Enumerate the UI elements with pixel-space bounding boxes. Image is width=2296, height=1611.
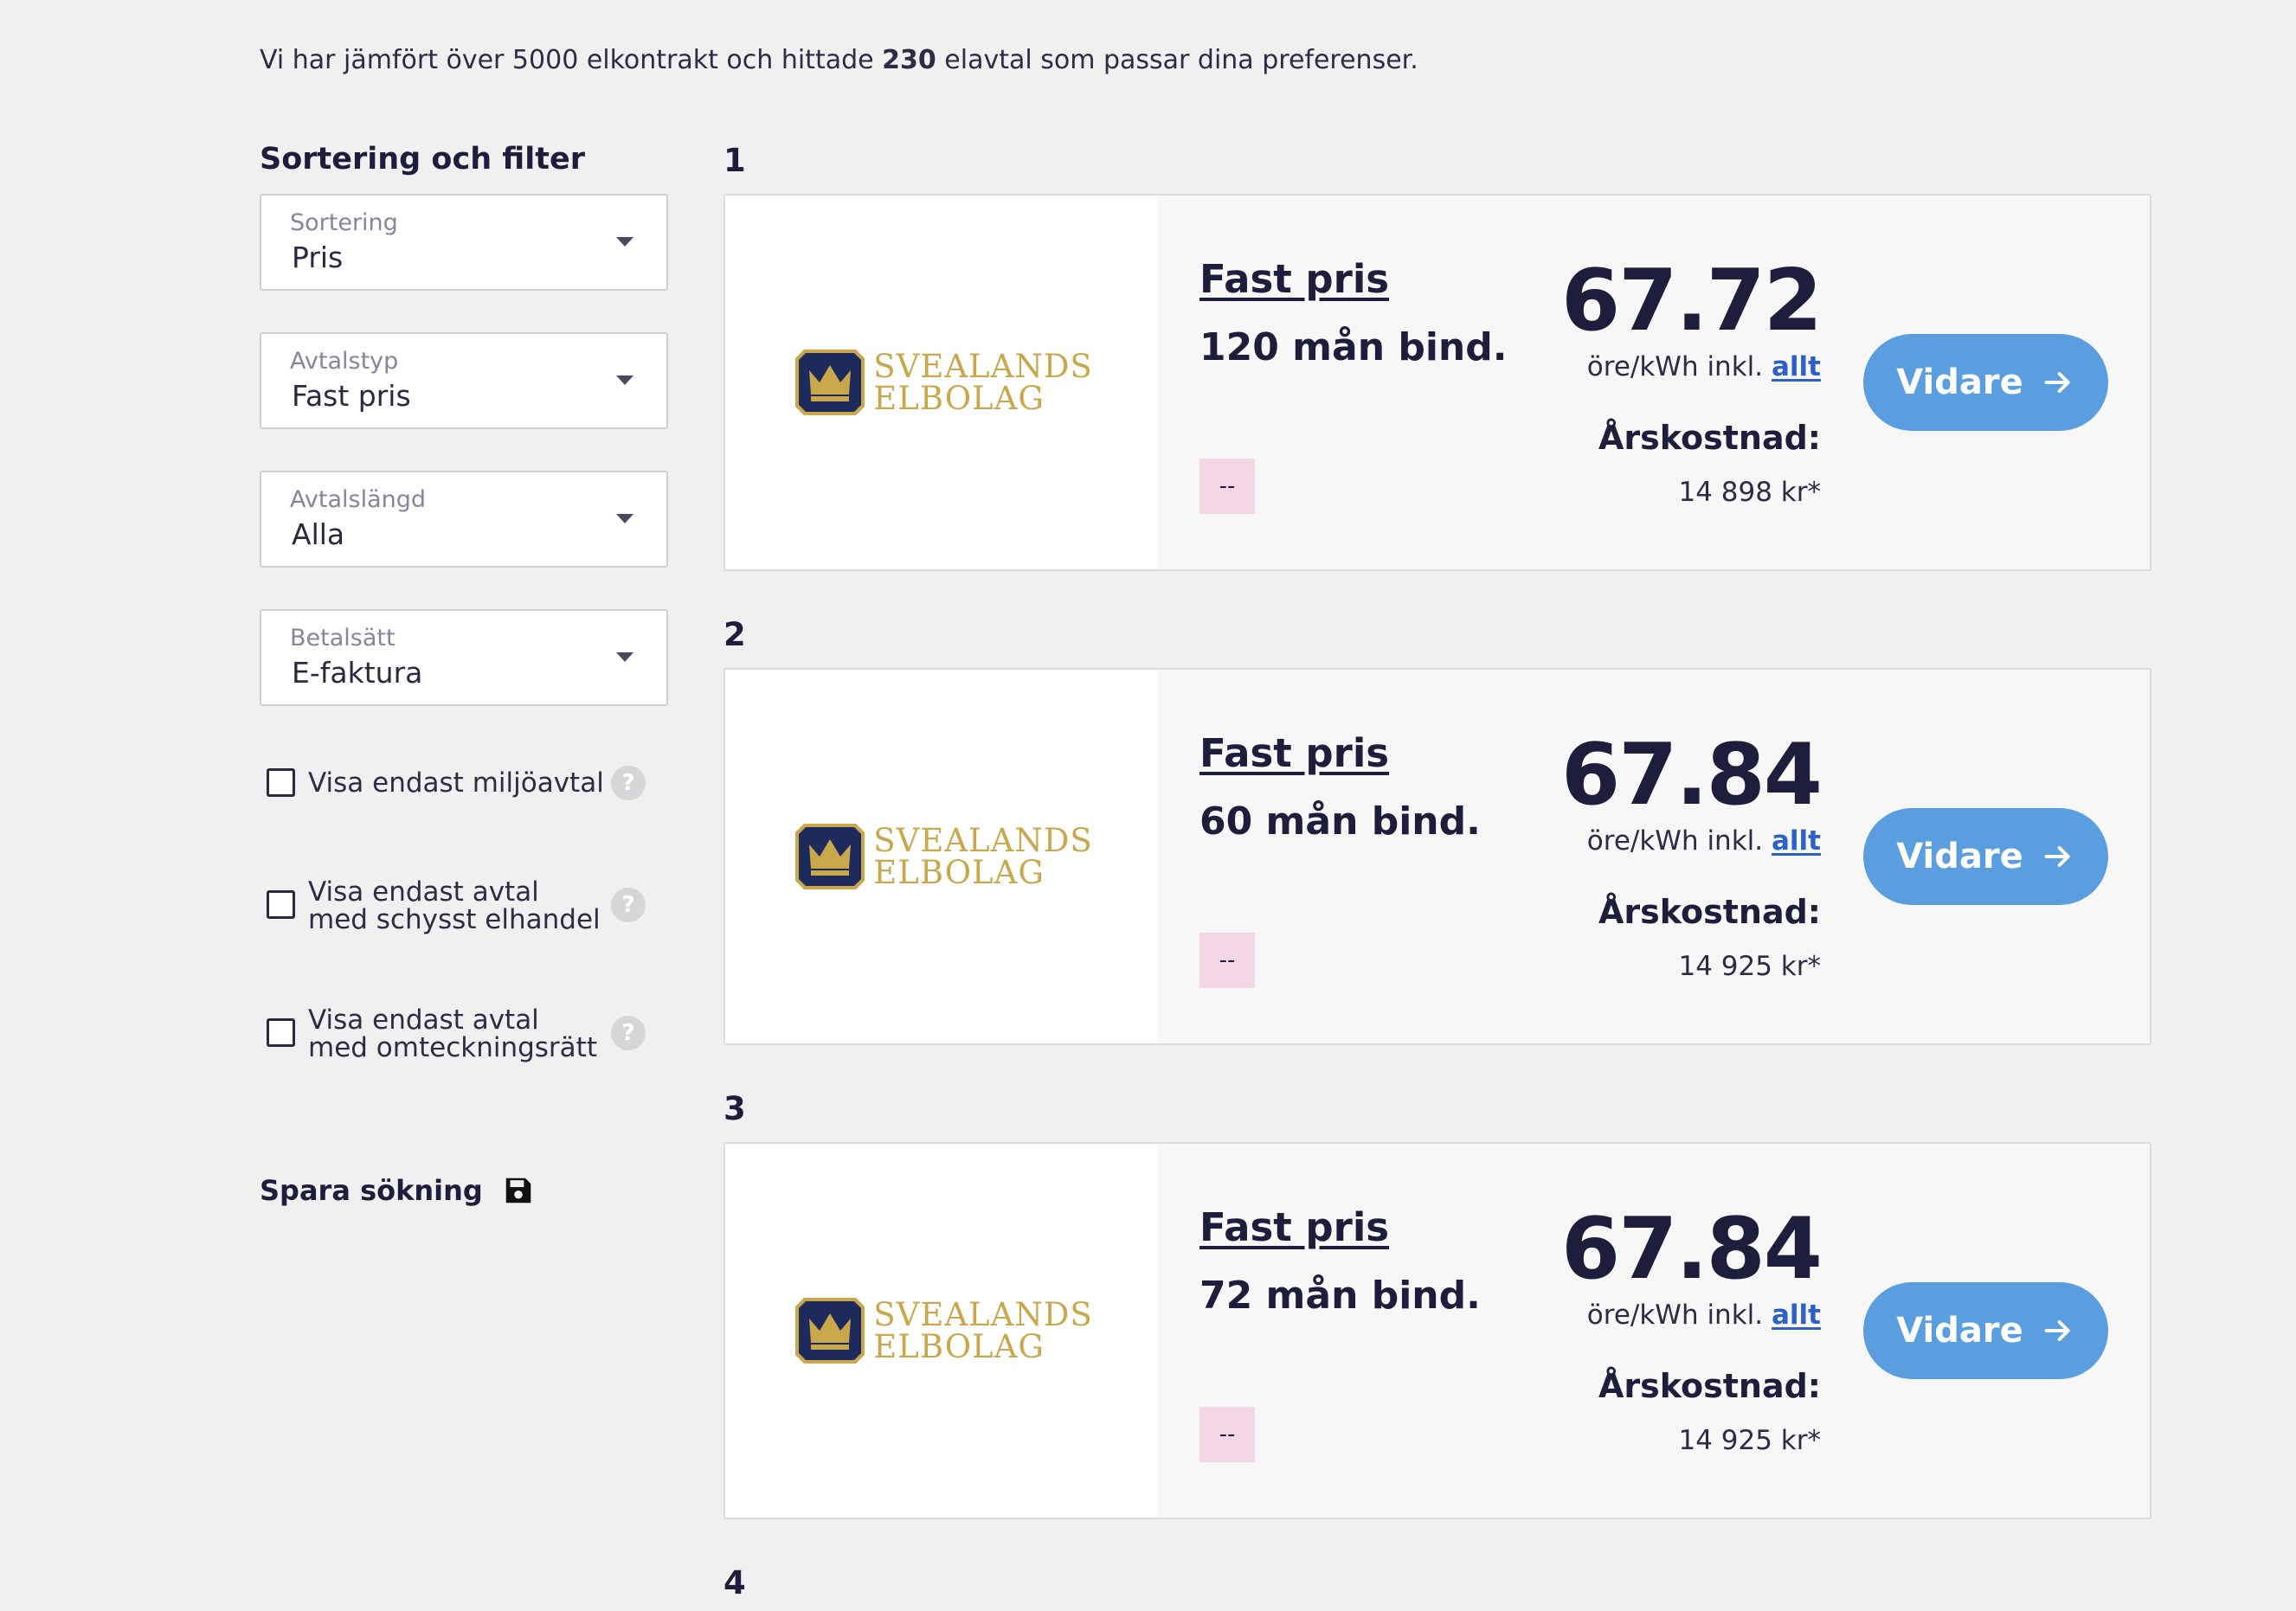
checkbox-label: Visa endast avtal med omteckningsrätt	[308, 1004, 597, 1063]
provider-name-line1: SVEALANDS	[873, 348, 1093, 385]
crown-badge-icon	[795, 350, 865, 415]
crown-badge-icon	[795, 1298, 865, 1364]
caret-down-icon	[616, 514, 633, 523]
feature-tag: --	[1199, 1407, 1255, 1462]
provider-name-line2: ELBOLAG	[873, 380, 1045, 417]
price-type-link[interactable]: Fast pris	[1199, 256, 1389, 302]
binding-period: 72 mån bind.	[1199, 1274, 1481, 1318]
yearly-cost-value: 14 925 kr*	[1678, 951, 1821, 982]
summary-suffix: elavtal som passar dina preferenser.	[936, 45, 1418, 75]
price-unit: öre/kWh inkl. allt	[1586, 1300, 1821, 1331]
binding-period: 60 mån bind.	[1199, 799, 1481, 844]
yearly-cost-value: 14 898 kr*	[1678, 477, 1821, 508]
price-unit: öre/kWh inkl. allt	[1586, 825, 1821, 857]
question-mark-icon[interactable]: ?	[611, 766, 646, 800]
contract-type-label: Avtalstyp	[290, 348, 399, 375]
checkbox-label: Visa endast miljöavtal	[308, 767, 604, 799]
provider-name-line2: ELBOLAG	[873, 854, 1045, 891]
price-value: 67.72	[1561, 252, 1823, 350]
caret-down-icon	[616, 652, 633, 662]
feature-tag: --	[1199, 933, 1255, 988]
price-value: 67.84	[1561, 1200, 1823, 1299]
checkbox[interactable]	[267, 768, 295, 797]
result-rank: 2	[724, 616, 746, 653]
sort-select-value: Pris	[292, 241, 344, 274]
arrow-right-icon	[2044, 372, 2070, 393]
save-search-button[interactable]: Spara sökning	[260, 1174, 535, 1207]
summary-prefix: Vi har jämfört över 5000 elkontrakt och …	[260, 45, 883, 75]
result-rank: 3	[724, 1090, 746, 1127]
arrow-right-icon	[2044, 1320, 2070, 1341]
checkbox-label: Visa endast avtal med schysst elhandel	[308, 876, 601, 935]
contract-length-label: Avtalslängd	[290, 486, 427, 513]
filter-resign-right[interactable]: Visa endast avtal med omteckningsrätt ?	[260, 1004, 675, 1064]
contract-type-select[interactable]: Avtalstyp Fast pris	[260, 332, 668, 429]
price-includes-link[interactable]: allt	[1772, 351, 1821, 382]
binding-period: 120 mån bind.	[1199, 325, 1508, 369]
result-count: 230	[882, 45, 936, 75]
yearly-cost-label: Årskostnad:	[1598, 1367, 1821, 1405]
checkbox[interactable]	[267, 890, 295, 919]
continue-button[interactable]: Vidare	[1863, 334, 2108, 431]
price-unit: öre/kWh inkl. allt	[1586, 351, 1821, 382]
filter-title: Sortering och filter	[260, 142, 585, 177]
payment-method-select[interactable]: Betalsätt E-faktura	[260, 609, 668, 706]
continue-button[interactable]: Vidare	[1863, 808, 2108, 905]
crown-badge-icon	[795, 824, 865, 889]
provider-logo[interactable]: SVEALANDS ELBOLAG	[725, 196, 1158, 569]
filter-environmental[interactable]: Visa endast miljöavtal ?	[260, 761, 675, 805]
continue-button-label: Vidare	[1896, 363, 2023, 402]
checkbox[interactable]	[267, 1018, 295, 1047]
provider-name-line1: SVEALANDS	[873, 822, 1093, 859]
question-mark-icon[interactable]: ?	[611, 888, 646, 922]
sort-select[interactable]: Sortering Pris	[260, 194, 668, 291]
price-value: 67.84	[1561, 726, 1823, 825]
price-type-link[interactable]: Fast pris	[1199, 1204, 1389, 1250]
payment-method-label: Betalsätt	[290, 625, 396, 651]
yearly-cost-value: 14 925 kr*	[1678, 1425, 1821, 1456]
yearly-cost-label: Årskostnad:	[1598, 419, 1821, 457]
price-type-link[interactable]: Fast pris	[1199, 730, 1389, 776]
result-rank: 1	[724, 142, 746, 179]
result-rank: 4	[724, 1564, 746, 1601]
contract-length-value: Alla	[292, 517, 345, 551]
provider-name-line2: ELBOLAG	[873, 1328, 1045, 1365]
contract-length-select[interactable]: Avtalslängd Alla	[260, 471, 668, 568]
payment-method-value: E-faktura	[292, 656, 423, 690]
question-mark-icon[interactable]: ?	[611, 1016, 646, 1050]
continue-button-label: Vidare	[1896, 1311, 2023, 1351]
caret-down-icon	[616, 375, 633, 385]
save-search-label: Spara sökning	[260, 1174, 483, 1207]
sort-select-label: Sortering	[290, 209, 398, 236]
feature-tag: --	[1199, 459, 1255, 514]
result-card: SVEALANDS ELBOLAG Fast pris 120 mån bind.…	[724, 194, 2151, 571]
filter-fair-trade[interactable]: Visa endast avtal med schysst elhandel ?	[260, 876, 675, 936]
price-includes-link[interactable]: allt	[1772, 1300, 1821, 1331]
result-card: SVEALANDS ELBOLAG Fast pris 60 mån bind. …	[724, 668, 2151, 1045]
continue-button-label: Vidare	[1896, 837, 2023, 876]
results-summary: Vi har jämfört över 5000 elkontrakt och …	[260, 45, 1418, 75]
provider-logo[interactable]: SVEALANDS ELBOLAG	[725, 670, 1158, 1043]
price-includes-link[interactable]: allt	[1772, 825, 1821, 857]
arrow-right-icon	[2044, 846, 2070, 867]
continue-button[interactable]: Vidare	[1863, 1282, 2108, 1379]
caret-down-icon	[616, 237, 633, 247]
contract-type-value: Fast pris	[292, 379, 411, 413]
floppy-disk-icon	[505, 1178, 531, 1203]
yearly-cost-label: Årskostnad:	[1598, 893, 1821, 931]
result-card: SVEALANDS ELBOLAG Fast pris 72 mån bind. …	[724, 1142, 2151, 1519]
provider-name-line1: SVEALANDS	[873, 1296, 1093, 1333]
provider-logo[interactable]: SVEALANDS ELBOLAG	[725, 1144, 1158, 1518]
results-page: Vi har jämfört över 5000 elkontrakt och …	[0, 0, 2296, 1611]
